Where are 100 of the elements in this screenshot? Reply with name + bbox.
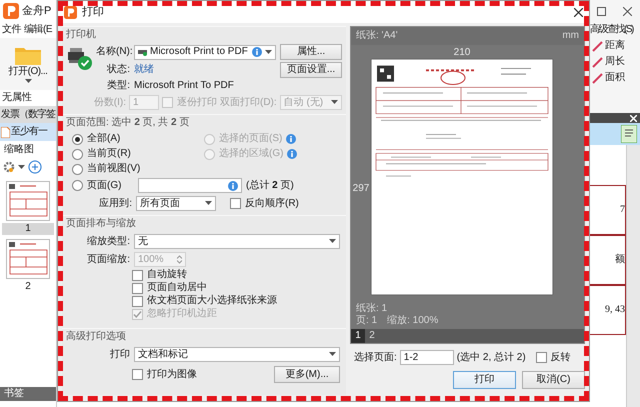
height-dimension: 297 (352, 183, 370, 195)
document-text: 7 (620, 204, 625, 216)
open-button[interactable]: 打开(O)... (8, 66, 48, 78)
section-heading: 页面范围: 选中 2 页, 共 2 页 (65, 116, 190, 130)
info-icon (287, 149, 298, 159)
zoom-in-icon[interactable] (28, 160, 42, 174)
app-logo-icon (3, 3, 19, 19)
radio-button[interactable] (72, 134, 83, 144)
dialog-button[interactable]: 取消(C) (522, 371, 585, 389)
maximize-icon[interactable] (596, 6, 606, 16)
document-icon[interactable] (621, 125, 637, 143)
scale-type-dropdown[interactable]: 无 (134, 234, 340, 249)
more-button[interactable]: 更多(M)... (274, 366, 340, 383)
tool-button[interactable]: 距离 (605, 40, 625, 52)
field-label: 名称(N): (96, 46, 130, 58)
caret-icon (265, 50, 272, 54)
radio-button[interactable] (72, 148, 83, 160)
scrollbar[interactable] (626, 145, 640, 407)
type-value: Microsoft Print To PDF (134, 80, 234, 92)
tool-button[interactable]: 周长 (605, 56, 625, 68)
bookmark-tab[interactable]: 书签 (0, 387, 56, 401)
close-icon[interactable] (622, 6, 632, 16)
checkbox[interactable] (132, 296, 143, 306)
checkbox[interactable] (230, 198, 241, 209)
checkbox[interactable] (132, 369, 143, 380)
radio-button[interactable] (72, 180, 83, 191)
field-label: 打印 (109, 348, 130, 360)
field-label: 份数(I): (92, 96, 126, 108)
radio-label: 选择的页面(S) (219, 133, 282, 145)
section-heading: 打印机 (65, 28, 97, 42)
section-heading: 页面排布与缩放 (65, 216, 137, 231)
page-tab[interactable]: 2 (365, 329, 379, 343)
field-label: 应用到: (98, 198, 132, 210)
radio-label: 当前视图(V) (87, 163, 140, 175)
document-text: 额 (615, 254, 625, 266)
checkbox-label: 逐份打印 (177, 96, 217, 108)
menu-item[interactable]: 编辑(E (24, 24, 52, 36)
ruler-icon[interactable] (592, 40, 603, 52)
caret-icon (24, 78, 32, 84)
caret-icon (205, 201, 212, 206)
dialog-button[interactable]: 打印 (453, 371, 516, 389)
field-label: 缩放类型: (86, 236, 130, 248)
checkbox-label: 反转 (550, 352, 571, 364)
printer-dropdown[interactable]: Microsoft Print to PDF (134, 44, 276, 60)
checkbox[interactable] (132, 270, 143, 280)
dialog-title: 打印 (82, 6, 104, 18)
page-thumbnail[interactable] (6, 181, 50, 221)
info-icon (228, 180, 238, 190)
caret-icon (329, 352, 336, 357)
app-logo-icon (64, 6, 77, 18)
radio-label: 选择的区域(G) (219, 148, 284, 160)
field-label: 双面打印(D): (220, 96, 277, 108)
radio-button[interactable] (72, 164, 83, 174)
spinner-icon (177, 255, 182, 264)
field-label: 状态: (106, 64, 130, 76)
radio-label: 页面(G) (87, 180, 122, 192)
ruler-icon[interactable] (592, 72, 603, 84)
checkbox-label: 自动旋转 (147, 269, 187, 281)
page-tab[interactable]: 1 (351, 329, 365, 343)
properties-button[interactable]: 属性... (280, 44, 342, 60)
gear-icon[interactable] (3, 161, 15, 173)
document-tab[interactable]: 发票（数字签 (0, 107, 56, 123)
thumbnail-label: 2 (24, 281, 32, 293)
app-title: 金舟P (22, 5, 52, 17)
page-setup-button[interactable]: 页面设置... (280, 62, 342, 78)
property-label: 无属性 (0, 90, 56, 107)
close-icon[interactable] (574, 8, 583, 16)
page-thumbnail[interactable] (6, 239, 50, 279)
thumbnail-label: 1 (2, 223, 54, 235)
field-label: 类型: (106, 80, 130, 92)
panel-title: 缩略图 (3, 142, 35, 157)
field-label: 页面缩放: (86, 254, 130, 266)
info-icon (252, 47, 262, 57)
checkbox[interactable] (132, 282, 143, 294)
ruler-icon[interactable] (592, 56, 603, 68)
page-selection-field[interactable]: 1-2 (400, 350, 454, 365)
page-total: (总计 2 页) (246, 180, 294, 192)
info-icon (286, 134, 296, 144)
tool-button[interactable]: 面积 (605, 72, 625, 84)
caret-icon (329, 239, 336, 244)
radio-label: 当前页(R) (87, 148, 131, 160)
print-content-dropdown[interactable]: 文档和标记 (134, 347, 340, 362)
menu-item[interactable]: 文件 (2, 24, 21, 36)
checkbox-label: 依文档页面大小选择纸张来源 (147, 295, 277, 307)
page-range-field[interactable] (138, 178, 242, 193)
selection-summary: (选中 2, 总计 2) (456, 352, 526, 364)
document-icon (1, 126, 10, 138)
width-dimension: 210 (454, 47, 470, 59)
printer-icon (138, 48, 147, 56)
caret-icon (18, 164, 25, 170)
apply-to-dropdown[interactable]: 所有页面 (136, 196, 216, 211)
radio-label: 全部(A) (87, 133, 120, 145)
checkbox-label: 打印为图像 (147, 368, 197, 380)
checkbox[interactable] (536, 352, 547, 363)
document-text: 9, 43 (605, 304, 625, 316)
advanced-find-button[interactable]: 高级查找(S) (588, 22, 640, 38)
status-value: 就绪 (134, 64, 155, 76)
field-label: 选择页面: (354, 352, 397, 364)
caret-icon (331, 100, 338, 105)
page-count: 页: 1 (356, 315, 378, 327)
